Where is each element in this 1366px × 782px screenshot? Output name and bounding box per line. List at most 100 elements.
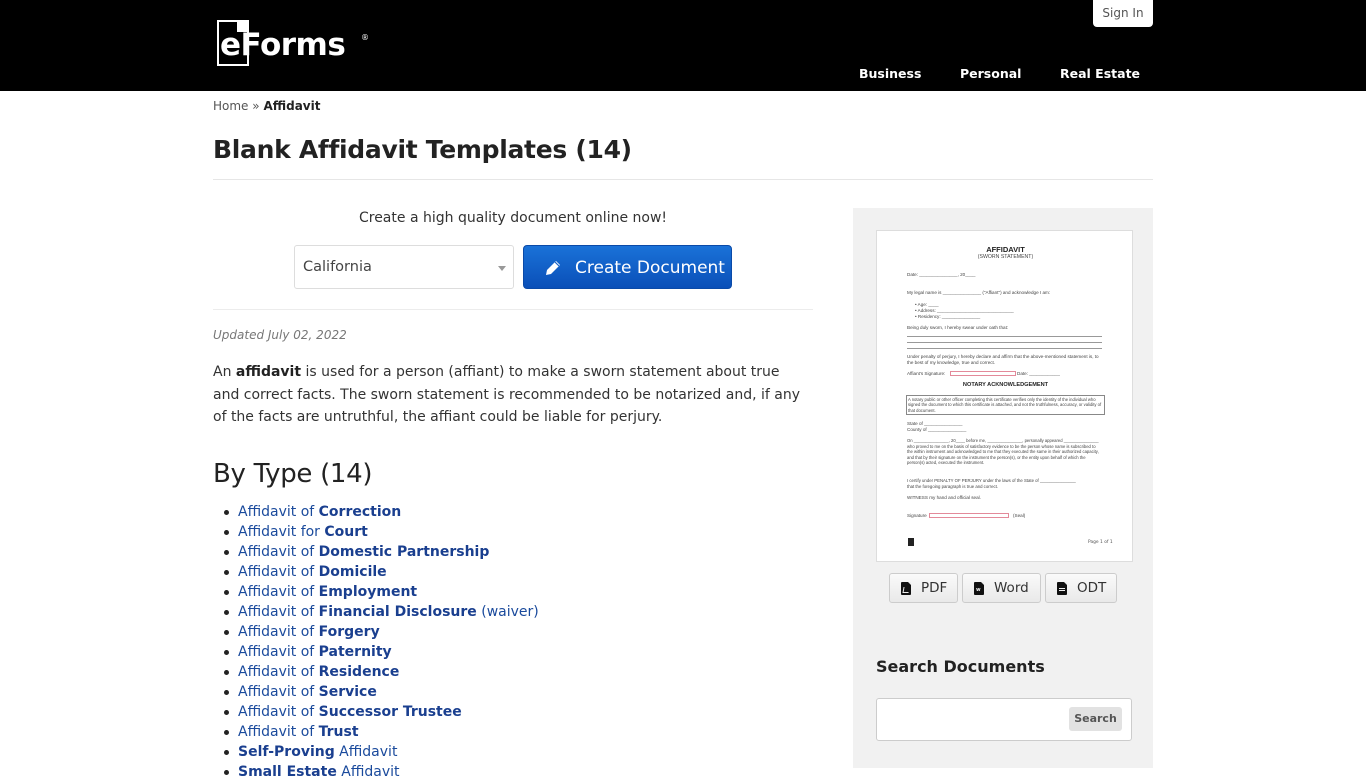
- download-pdf-label: PDF: [921, 580, 948, 596]
- page-title: Blank Affidavit Templates (14): [213, 135, 632, 164]
- link-text-bold: Domicile: [318, 564, 387, 580]
- preview-state-of: State of _______________: [907, 421, 963, 426]
- preview-sworn: Being duly sworn, I hereby swear under o…: [907, 325, 1009, 330]
- affidavit-type-link[interactable]: Affidavit of Financial Disclosure (waive…: [224, 602, 539, 622]
- nav-business[interactable]: Business: [859, 66, 921, 81]
- affidavit-type-link[interactable]: Affidavit of Forgery: [224, 622, 539, 642]
- link-text-suffix: Affidavit: [336, 764, 400, 780]
- affidavit-type-link[interactable]: Affidavit of Correction: [224, 502, 539, 522]
- link-text-suffix: (waiver): [476, 604, 539, 620]
- preview-signature-field: [950, 371, 1016, 376]
- affidavit-type-link[interactable]: Affidavit of Service: [224, 682, 539, 702]
- link-text-bold: Trust: [318, 724, 359, 740]
- link-text-bold: Residence: [318, 664, 400, 680]
- link-text-bold: Successor Trustee: [318, 704, 462, 720]
- preview-on-paragraph: On _______________, 20____ before me, __…: [907, 438, 1099, 466]
- state-select-value: California: [303, 259, 372, 275]
- affidavit-type-link[interactable]: Affidavit of Domicile: [224, 562, 539, 582]
- download-word-button[interactable]: w Word: [962, 573, 1041, 603]
- preview-affiant-signature: Affiant's Signature:: [907, 371, 946, 376]
- preview-page-number: Page 1 of 1: [1088, 540, 1113, 545]
- link-text-bold: Forgery: [318, 624, 380, 640]
- nav-personal[interactable]: Personal: [960, 66, 1021, 81]
- breadcrumb-home[interactable]: Home: [213, 99, 248, 113]
- link-text-bold: Self-Proving: [238, 744, 335, 760]
- word-file-icon: w: [974, 582, 984, 595]
- preview-line: [907, 348, 1102, 349]
- preview-date-line: Date: _______________, 20____: [907, 272, 976, 277]
- link-text-bold: Employment: [318, 584, 418, 600]
- preview-signature-label: Signature: [907, 513, 927, 518]
- affidavit-type-link[interactable]: Affidavit of Trust: [224, 722, 539, 742]
- intro-bold-term: affidavit: [235, 364, 302, 380]
- affidavit-type-link[interactable]: Affidavit of Paternity: [224, 642, 539, 662]
- affidavit-type-link[interactable]: Self-Proving Affidavit: [224, 742, 539, 762]
- affidavit-type-link[interactable]: Affidavit of Residence: [224, 662, 539, 682]
- search-form: Search: [876, 698, 1132, 741]
- intro-prefix: An: [213, 364, 236, 380]
- by-type-heading: By Type (14): [213, 459, 373, 489]
- download-pdf-button[interactable]: PDF: [889, 573, 958, 603]
- preview-notary-text: A notary public or other officer complet…: [908, 397, 1102, 413]
- preview-line: [907, 342, 1102, 343]
- state-select[interactable]: California: [294, 245, 514, 289]
- link-text-prefix: Affidavit of: [238, 684, 319, 700]
- create-document-label: Create Document: [575, 258, 725, 278]
- search-input[interactable]: [883, 705, 1063, 733]
- download-word-label: Word: [994, 580, 1029, 596]
- eforms-logo[interactable]: eForms ®: [216, 19, 376, 67]
- link-text-prefix: Affidavit of: [238, 664, 319, 680]
- link-text-prefix: Affidavit of: [238, 604, 319, 620]
- pencil-icon: [546, 261, 560, 275]
- preview-subtitle: (SWORN STATEMENT): [977, 254, 1034, 260]
- preview-witness: WITNESS my hand and official seal.: [907, 495, 981, 500]
- affidavit-type-link[interactable]: Affidavit for Court: [224, 522, 539, 542]
- logo-text: eForms: [220, 27, 346, 63]
- affidavit-type-link[interactable]: Affidavit of Successor Trustee: [224, 702, 539, 722]
- search-documents-heading: Search Documents: [876, 657, 1045, 676]
- file-icon: [908, 538, 914, 546]
- link-text-bold: Paternity: [318, 644, 392, 660]
- odt-file-icon: [1057, 582, 1067, 595]
- preview-certify: I certify under PENALTY OF PERJURY under…: [907, 478, 1076, 489]
- preview-bullet: • Residency: _______________: [915, 314, 981, 319]
- link-text-prefix: Affidavit for: [238, 524, 325, 540]
- link-text-bold: Domestic Partnership: [318, 544, 490, 560]
- preview-bullet: • Address: _____________________________…: [915, 308, 1014, 313]
- breadcrumb: Home » Affidavit: [213, 99, 320, 113]
- preview-county-of: County of _______________: [907, 427, 967, 432]
- link-text-suffix: Affidavit: [334, 744, 398, 760]
- preview-penalty: Under penalty of perjury, I hereby decla…: [907, 354, 1099, 365]
- link-text-bold: Service: [318, 684, 377, 700]
- affidavit-type-link[interactable]: Affidavit of Domestic Partnership: [224, 542, 539, 562]
- updated-date: Updated July 02, 2022: [213, 328, 347, 342]
- document-preview[interactable]: AFFIDAVIT (SWORN STATEMENT) Date: ______…: [876, 230, 1133, 562]
- nav-real-estate[interactable]: Real Estate: [1060, 66, 1140, 81]
- link-text-bold: Correction: [318, 504, 402, 520]
- cta-text: Create a high quality document online no…: [358, 210, 668, 226]
- link-text-prefix: Affidavit of: [238, 644, 319, 660]
- create-document-button[interactable]: Create Document: [523, 245, 732, 289]
- link-text-prefix: Affidavit of: [238, 704, 319, 720]
- breadcrumb-current: Affidavit: [263, 99, 321, 113]
- search-button[interactable]: Search: [1069, 707, 1122, 731]
- link-text-prefix: Affidavit of: [238, 564, 319, 580]
- preview-notary-heading: NOTARY ACKNOWLEDGEMENT: [962, 382, 1049, 388]
- link-text-bold: Small Estate: [238, 764, 337, 780]
- site-header: eForms ® Sign In Business Personal Real …: [0, 0, 1366, 91]
- link-text-prefix: Affidavit of: [238, 584, 319, 600]
- intro-rest: is used for a person (affiant) to make a…: [213, 364, 801, 425]
- divider: [213, 179, 1153, 180]
- link-text-prefix: Affidavit of: [238, 544, 319, 560]
- affidavit-type-link[interactable]: Affidavit of Employment: [224, 582, 539, 602]
- affidavit-type-link[interactable]: Small Estate Affidavit: [224, 762, 539, 782]
- sign-in-button[interactable]: Sign In: [1093, 0, 1153, 27]
- preview-seal: (Seal): [1013, 513, 1026, 518]
- preview-title: AFFIDAVIT: [986, 245, 1025, 254]
- link-text-bold: Court: [324, 524, 368, 540]
- sidebar: AFFIDAVIT (SWORN STATEMENT) Date: ______…: [853, 208, 1153, 768]
- preview-line: [907, 336, 1102, 337]
- link-text-bold: Financial Disclosure: [318, 604, 477, 620]
- download-odt-button[interactable]: ODT: [1045, 573, 1117, 603]
- pdf-file-icon: [901, 582, 911, 595]
